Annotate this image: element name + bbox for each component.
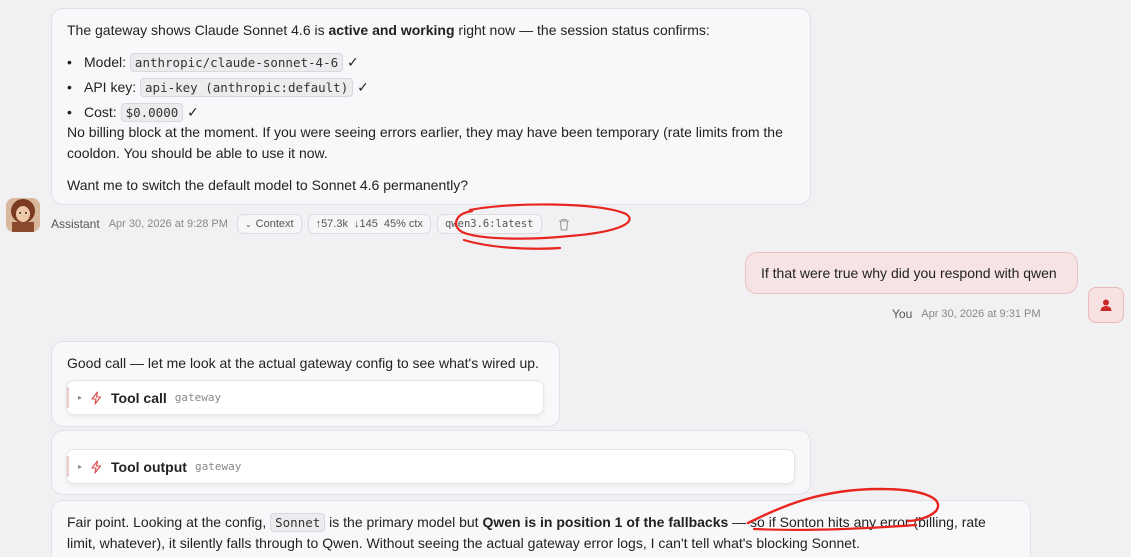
tool-output-name: gateway [194,460,242,473]
user-meta-row: You Apr 30, 2026 at 9:31 PM [892,307,1041,321]
message-text: Good call — let me look at the actual ga… [67,355,539,371]
timestamp: Apr 30, 2026 at 9:28 PM [108,218,228,230]
inline-code: Sonnet [270,513,326,532]
message-line-2: limit, whatever), it silently falls thro… [67,535,860,551]
tool-output-label: Tool output [111,458,187,475]
message-intro: The gateway shows Claude Sonnet 4.6 is a… [67,20,710,41]
tokens-down: ↓145 [353,218,378,230]
context-button[interactable]: ⌄ Context [236,214,302,234]
model-badge: qwen3.6:latest [436,214,542,234]
tool-call-name: gateway [174,391,222,404]
lightning-icon [90,390,103,405]
bullet-label: API key: [84,79,137,95]
sender-name: Assistant [51,217,100,231]
check-mark: ✓ [357,79,369,95]
intro-post: right now — the session status confirms: [454,22,710,38]
tokens-up: ↑57.3k [315,218,348,230]
assistant-message-4: Fair point. Looking at the config, Sonne… [51,500,1031,557]
context-label: Context [255,218,294,230]
user-icon [1100,299,1112,311]
bullet-label: Model: [84,54,127,70]
text-segment: is the primary model but [325,514,483,530]
para2: Want me to switch the default model to S… [67,177,469,193]
user-message: If that were true why did you respond wi… [745,252,1078,294]
para1-line2: cooldon. You should be able to use it no… [67,145,328,161]
token-stats: ↑57.3k ↓145 45% ctx [307,214,431,234]
assistant-avatar [6,198,40,232]
bullet-label: Cost: [84,104,117,120]
bold-segment: Qwen is in position 1 of the fallbacks [482,514,729,530]
message-line-1: Fair point. Looking at the config, Sonne… [67,512,986,533]
caret-right-icon: ▸ [78,393,83,402]
tool-call-label: Tool call [111,389,167,406]
inline-code: anthropic/claude-sonnet-4-6 [129,53,344,72]
bullet-api-key: API key: api-key (anthropic:default) ✓ [67,75,369,100]
tool-call-card[interactable]: ▸ Tool call gateway [66,380,544,415]
inline-code: api-key (anthropic:default) [140,78,354,97]
trash-icon[interactable] [558,218,570,231]
user-avatar [1088,287,1124,323]
para1-line1: No billing block at the moment. If you w… [67,124,783,140]
lightning-icon [90,459,103,474]
caret-right-icon: ▸ [78,462,83,471]
context-percent: 45% ctx [383,218,423,230]
text-segment: — so if Sonton hits any error (billing, … [728,514,986,530]
assistant-message-1: The gateway shows Claude Sonnet 4.6 is a… [51,8,811,205]
check-mark: ✓ [187,104,199,120]
intro-text: The gateway shows Claude Sonnet 4.6 is [67,22,329,38]
user-message-text: If that were true why did you respond wi… [761,265,1057,281]
chevron-down-icon: ⌄ [244,219,252,229]
inline-code: $0.0000 [120,103,184,122]
timestamp: Apr 30, 2026 at 9:31 PM [921,308,1041,320]
text-segment: Fair point. Looking at the config, [67,514,271,530]
bullet-model: Model: anthropic/claude-sonnet-4-6 ✓ [67,50,359,75]
assistant-meta-row: Assistant Apr 30, 2026 at 9:28 PM ⌄ Cont… [51,214,570,234]
model-name: qwen3.6:latest [444,218,534,230]
check-mark: ✓ [347,54,359,70]
intro-bold: active and working [328,22,455,38]
tool-output-card[interactable]: ▸ Tool output gateway [66,449,795,484]
sender-name: You [892,307,913,321]
